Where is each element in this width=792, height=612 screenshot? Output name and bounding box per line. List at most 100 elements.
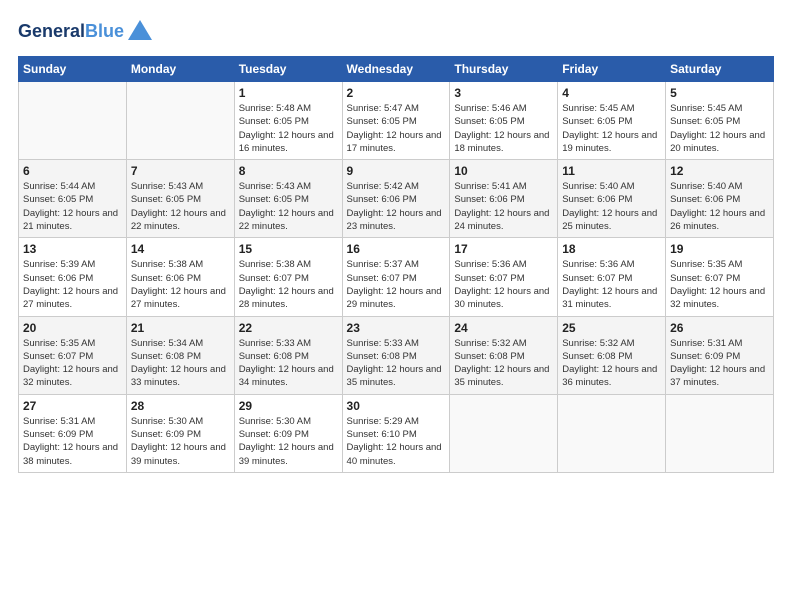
day-info: Sunrise: 5:40 AM Sunset: 6:06 PM Dayligh…	[562, 180, 661, 233]
day-number: 27	[23, 399, 122, 413]
day-number: 24	[454, 321, 553, 335]
logo-text: GeneralBlue	[18, 22, 124, 42]
calendar-cell: 13 Sunrise: 5:39 AM Sunset: 6:06 PM Dayli…	[19, 238, 127, 316]
day-info: Sunrise: 5:30 AM Sunset: 6:09 PM Dayligh…	[131, 415, 230, 468]
day-info: Sunrise: 5:40 AM Sunset: 6:06 PM Dayligh…	[670, 180, 769, 233]
calendar-cell: 25 Sunrise: 5:32 AM Sunset: 6:08 PM Dayli…	[558, 316, 666, 394]
day-info: Sunrise: 5:39 AM Sunset: 6:06 PM Dayligh…	[23, 258, 122, 311]
day-info: Sunrise: 5:35 AM Sunset: 6:07 PM Dayligh…	[670, 258, 769, 311]
calendar-cell	[666, 394, 774, 472]
calendar-cell: 17 Sunrise: 5:36 AM Sunset: 6:07 PM Dayli…	[450, 238, 558, 316]
day-info: Sunrise: 5:45 AM Sunset: 6:05 PM Dayligh…	[670, 102, 769, 155]
calendar-week-row: 20Sunrise: 5:35 AM Sunset: 6:07 PM Dayli…	[19, 316, 774, 394]
calendar-cell: 5Sunrise: 5:45 AM Sunset: 6:05 PM Daylig…	[666, 82, 774, 160]
calendar-cell	[126, 82, 234, 160]
day-number: 12	[670, 164, 769, 178]
calendar-cell: 4Sunrise: 5:45 AM Sunset: 6:05 PM Daylig…	[558, 82, 666, 160]
day-number: 18	[562, 242, 661, 256]
calendar-week-row: 1 Sunrise: 5:48 AM Sunset: 6:05 PM Daylig…	[19, 82, 774, 160]
day-info: Sunrise: 5:41 AM Sunset: 6:06 PM Dayligh…	[454, 180, 553, 233]
day-info: Sunrise: 5:37 AM Sunset: 6:07 PM Dayligh…	[347, 258, 446, 311]
day-number: 14	[131, 242, 230, 256]
day-info: Sunrise: 5:29 AM Sunset: 6:10 PM Dayligh…	[347, 415, 446, 468]
day-number: 13	[23, 242, 122, 256]
day-info: Sunrise: 5:48 AM Sunset: 6:05 PM Dayligh…	[239, 102, 338, 155]
day-number: 22	[239, 321, 338, 335]
day-number: 15	[239, 242, 338, 256]
calendar-cell: 2 Sunrise: 5:47 AM Sunset: 6:05 PM Daylig…	[342, 82, 450, 160]
calendar-week-row: 13 Sunrise: 5:39 AM Sunset: 6:06 PM Dayli…	[19, 238, 774, 316]
logo-icon	[126, 18, 154, 46]
calendar-cell	[450, 394, 558, 472]
day-info: Sunrise: 5:35 AM Sunset: 6:07 PM Dayligh…	[23, 337, 122, 390]
day-info: Sunrise: 5:36 AM Sunset: 6:07 PM Dayligh…	[562, 258, 661, 311]
day-number: 19	[670, 242, 769, 256]
day-info: Sunrise: 5:38 AM Sunset: 6:06 PM Dayligh…	[131, 258, 230, 311]
calendar-cell: 15 Sunrise: 5:38 AM Sunset: 6:07 PM Dayli…	[234, 238, 342, 316]
calendar-cell: 22 Sunrise: 5:33 AM Sunset: 6:08 PM Dayli…	[234, 316, 342, 394]
calendar-cell: 9 Sunrise: 5:42 AM Sunset: 6:06 PM Daylig…	[342, 160, 450, 238]
calendar-cell: 19 Sunrise: 5:35 AM Sunset: 6:07 PM Dayli…	[666, 238, 774, 316]
calendar-cell: 21 Sunrise: 5:34 AM Sunset: 6:08 PM Dayli…	[126, 316, 234, 394]
calendar-week-row: 6 Sunrise: 5:44 AM Sunset: 6:05 PM Daylig…	[19, 160, 774, 238]
day-number: 25	[562, 321, 661, 335]
col-header-saturday: Saturday	[666, 57, 774, 82]
calendar-cell: 11Sunrise: 5:40 AM Sunset: 6:06 PM Dayli…	[558, 160, 666, 238]
calendar-cell: 30 Sunrise: 5:29 AM Sunset: 6:10 PM Dayli…	[342, 394, 450, 472]
calendar-cell: 7 Sunrise: 5:43 AM Sunset: 6:05 PM Daylig…	[126, 160, 234, 238]
calendar-cell: 24Sunrise: 5:32 AM Sunset: 6:08 PM Dayli…	[450, 316, 558, 394]
day-number: 23	[347, 321, 446, 335]
day-info: Sunrise: 5:47 AM Sunset: 6:05 PM Dayligh…	[347, 102, 446, 155]
day-info: Sunrise: 5:43 AM Sunset: 6:05 PM Dayligh…	[131, 180, 230, 233]
calendar-week-row: 27 Sunrise: 5:31 AM Sunset: 6:09 PM Dayli…	[19, 394, 774, 472]
day-number: 6	[23, 164, 122, 178]
day-info: Sunrise: 5:32 AM Sunset: 6:08 PM Dayligh…	[562, 337, 661, 390]
col-header-wednesday: Wednesday	[342, 57, 450, 82]
day-info: Sunrise: 5:30 AM Sunset: 6:09 PM Dayligh…	[239, 415, 338, 468]
page: GeneralBlue SundayMondayTuesdayWednesday…	[0, 0, 792, 612]
day-number: 16	[347, 242, 446, 256]
day-number: 21	[131, 321, 230, 335]
day-number: 3	[454, 86, 553, 100]
calendar-cell	[19, 82, 127, 160]
calendar-cell: 28 Sunrise: 5:30 AM Sunset: 6:09 PM Dayli…	[126, 394, 234, 472]
calendar-cell: 12 Sunrise: 5:40 AM Sunset: 6:06 PM Dayli…	[666, 160, 774, 238]
calendar-table: SundayMondayTuesdayWednesdayThursdayFrid…	[18, 56, 774, 473]
day-info: Sunrise: 5:33 AM Sunset: 6:08 PM Dayligh…	[239, 337, 338, 390]
col-header-monday: Monday	[126, 57, 234, 82]
day-number: 26	[670, 321, 769, 335]
calendar-cell: 10 Sunrise: 5:41 AM Sunset: 6:06 PM Dayli…	[450, 160, 558, 238]
header: GeneralBlue	[18, 18, 774, 46]
day-number: 7	[131, 164, 230, 178]
calendar-cell: 3 Sunrise: 5:46 AM Sunset: 6:05 PM Daylig…	[450, 82, 558, 160]
day-info: Sunrise: 5:31 AM Sunset: 6:09 PM Dayligh…	[23, 415, 122, 468]
day-number: 9	[347, 164, 446, 178]
day-number: 30	[347, 399, 446, 413]
day-info: Sunrise: 5:36 AM Sunset: 6:07 PM Dayligh…	[454, 258, 553, 311]
day-info: Sunrise: 5:44 AM Sunset: 6:05 PM Dayligh…	[23, 180, 122, 233]
calendar-cell: 16 Sunrise: 5:37 AM Sunset: 6:07 PM Dayli…	[342, 238, 450, 316]
day-info: Sunrise: 5:34 AM Sunset: 6:08 PM Dayligh…	[131, 337, 230, 390]
day-info: Sunrise: 5:46 AM Sunset: 6:05 PM Dayligh…	[454, 102, 553, 155]
calendar-cell: 6 Sunrise: 5:44 AM Sunset: 6:05 PM Daylig…	[19, 160, 127, 238]
calendar-cell: 8Sunrise: 5:43 AM Sunset: 6:05 PM Daylig…	[234, 160, 342, 238]
col-header-tuesday: Tuesday	[234, 57, 342, 82]
calendar-header-row: SundayMondayTuesdayWednesdayThursdayFrid…	[19, 57, 774, 82]
day-number: 1	[239, 86, 338, 100]
calendar-cell: 18 Sunrise: 5:36 AM Sunset: 6:07 PM Dayli…	[558, 238, 666, 316]
col-header-thursday: Thursday	[450, 57, 558, 82]
day-number: 29	[239, 399, 338, 413]
calendar-cell: 27 Sunrise: 5:31 AM Sunset: 6:09 PM Dayli…	[19, 394, 127, 472]
calendar-cell: 26Sunrise: 5:31 AM Sunset: 6:09 PM Dayli…	[666, 316, 774, 394]
day-number: 2	[347, 86, 446, 100]
day-info: Sunrise: 5:43 AM Sunset: 6:05 PM Dayligh…	[239, 180, 338, 233]
day-info: Sunrise: 5:38 AM Sunset: 6:07 PM Dayligh…	[239, 258, 338, 311]
day-number: 28	[131, 399, 230, 413]
calendar-cell: 23Sunrise: 5:33 AM Sunset: 6:08 PM Dayli…	[342, 316, 450, 394]
day-number: 17	[454, 242, 553, 256]
calendar-cell: 20Sunrise: 5:35 AM Sunset: 6:07 PM Dayli…	[19, 316, 127, 394]
day-info: Sunrise: 5:42 AM Sunset: 6:06 PM Dayligh…	[347, 180, 446, 233]
day-number: 10	[454, 164, 553, 178]
calendar-cell: 1 Sunrise: 5:48 AM Sunset: 6:05 PM Daylig…	[234, 82, 342, 160]
day-info: Sunrise: 5:45 AM Sunset: 6:05 PM Dayligh…	[562, 102, 661, 155]
